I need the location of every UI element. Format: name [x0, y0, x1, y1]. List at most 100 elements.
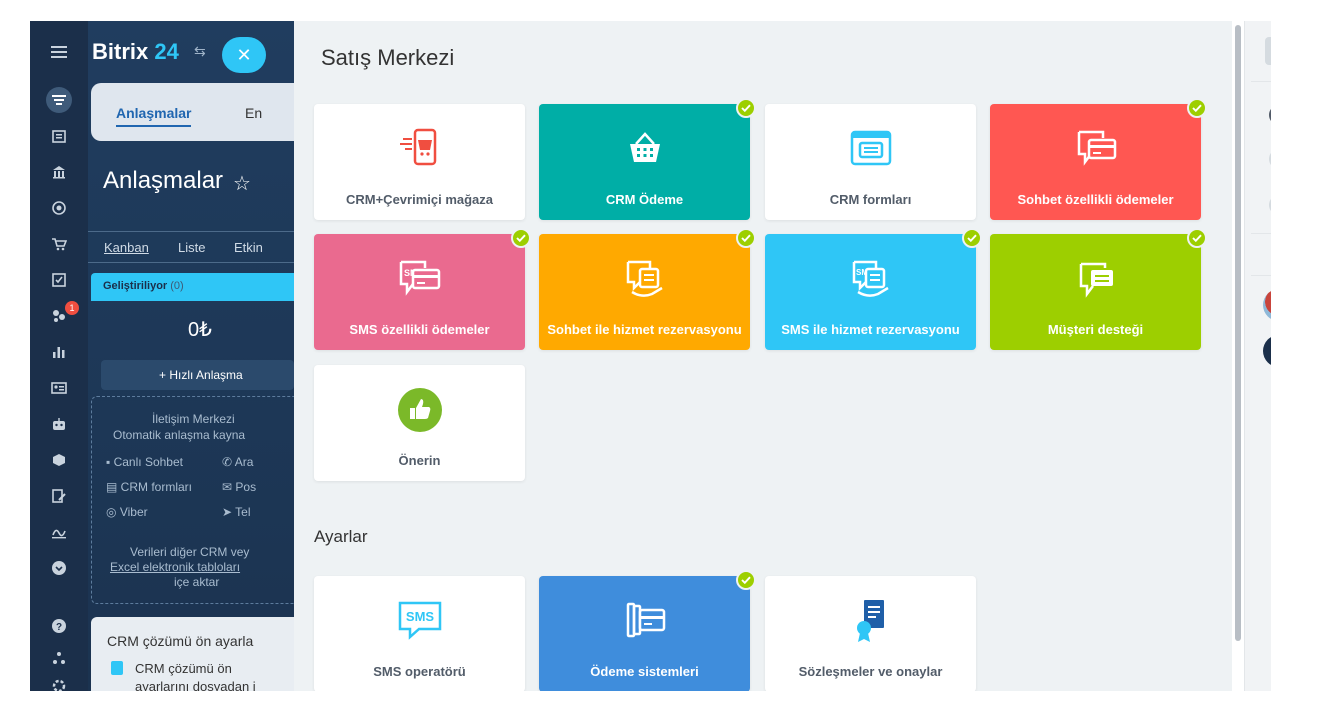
tile-label: SMS ile hizmet rezervasyonu	[781, 322, 960, 337]
crm-tab-bar: Anlaşmalar En	[91, 83, 294, 141]
payment-systems-icon	[626, 602, 666, 638]
tile-label: CRM Ödeme	[605, 192, 684, 207]
preset-title: CRM çözümü ön ayarla	[107, 633, 254, 649]
view-activities[interactable]: Etkin	[234, 240, 263, 255]
kanban-stage-header[interactable]: Geliştiriliyor (0)	[91, 273, 294, 301]
bitrix-logo[interactable]: Bitrix 24	[92, 39, 179, 65]
check-icon	[736, 228, 756, 248]
help-button[interactable]: ?	[1265, 37, 1271, 65]
import-file-icon	[111, 661, 123, 675]
tile-crm-forms[interactable]: CRM formları	[765, 104, 976, 220]
tile-chat-payments[interactable]: Sohbet özellikli ödemeler	[990, 98, 1207, 220]
svg-text:?: ?	[56, 622, 62, 633]
support-chat-icon	[1079, 262, 1113, 298]
tile-label: Sohbet özellikli ödemeler	[1017, 192, 1174, 207]
right-toolbar: ? 1	[1244, 21, 1271, 691]
tab-deals[interactable]: Anlaşmalar	[116, 105, 192, 127]
channel-mail[interactable]: ✉ Pos	[222, 480, 256, 494]
tile-customer-support[interactable]: Müşteri desteği	[990, 228, 1207, 350]
cart-icon[interactable]	[46, 231, 72, 257]
stage-name: Geliştiriliyor (0)	[103, 280, 184, 292]
tasks-icon[interactable]	[46, 123, 72, 149]
tile-sms-payments[interactable]: SMS SMS özellikli ödemeler	[314, 228, 531, 350]
thumbs-up-icon	[398, 388, 442, 432]
channel-telegram[interactable]: ➤ Tel	[222, 505, 251, 519]
menu-icon[interactable]	[46, 39, 72, 65]
tile-crm-payment[interactable]: CRM Ödeme	[539, 98, 756, 220]
channel-live-chat[interactable]: ▪ Canlı Sohbet	[106, 455, 183, 469]
divider	[1251, 275, 1271, 276]
settings-gear-icon[interactable]	[46, 673, 72, 691]
box-icon[interactable]	[46, 447, 72, 473]
tile-label: Önerin	[398, 453, 441, 468]
panel-scrollbar[interactable]	[1232, 21, 1244, 691]
tab-second[interactable]: En	[245, 105, 262, 121]
preset-line-1[interactable]: CRM çözümü ön	[135, 661, 232, 676]
scrollbar-thumb[interactable]	[1235, 25, 1241, 641]
basket-icon	[630, 132, 660, 162]
tile-label: Müşteri desteği	[1047, 322, 1144, 337]
tile-suggest[interactable]: Önerin	[314, 365, 525, 481]
more-chevron-icon[interactable]	[46, 555, 72, 581]
channel-viber[interactable]: ◎ Viber	[106, 505, 148, 519]
sliders-icon[interactable]: ⇆	[194, 43, 206, 60]
sitemap-icon[interactable]	[46, 645, 72, 671]
robot-icon[interactable]	[46, 411, 72, 437]
tile-label: CRM+Çevrimiçi mağaza	[345, 192, 494, 207]
bitrix-connect-icon[interactable]	[1263, 99, 1271, 131]
close-icon: ✕	[236, 44, 252, 65]
form-icon	[850, 130, 892, 166]
contact-card-icon[interactable]	[46, 375, 72, 401]
edit-document-icon[interactable]	[46, 483, 72, 509]
import-text-1: Verileri diğer CRM vey	[130, 545, 250, 559]
search-icon[interactable]	[1263, 241, 1271, 273]
check-icon	[962, 228, 982, 248]
tile-contracts[interactable]: Sözleşmeler ve onaylar	[765, 576, 976, 691]
target-icon[interactable]	[46, 195, 72, 221]
tile-label: SMS özellikli ödemeler	[349, 322, 490, 337]
import-link[interactable]: Excel elektronik tabloları	[110, 560, 240, 574]
sms-payment-icon: SMS	[399, 260, 441, 296]
app-window: 1 ? Bitrix 24 ⇆ ✕ Anlaşmalar En Anlaşmal…	[30, 21, 1271, 691]
close-slider-button[interactable]: ✕	[222, 37, 266, 73]
channel-call[interactable]: ✆ Ara	[222, 455, 253, 469]
tile-label: Ödeme sistemleri	[590, 664, 699, 679]
tile-payment-systems[interactable]: Ödeme sistemleri	[539, 570, 756, 691]
sms-booking-icon: SMS	[852, 260, 889, 297]
user-avatar-dark[interactable]	[1263, 335, 1271, 367]
view-kanban[interactable]: Kanban	[104, 240, 149, 255]
checklist-icon[interactable]	[46, 267, 72, 293]
chat-booking-icon	[626, 260, 663, 297]
settings-title: Ayarlar	[314, 527, 368, 546]
tile-chat-booking[interactable]: Sohbet ile hizmet rezervasyonu	[539, 228, 756, 350]
import-text-3: içe aktar	[174, 575, 220, 589]
svg-text:SMS: SMS	[406, 609, 435, 624]
tile-sms-operator[interactable]: SMS SMS operatörü	[314, 576, 525, 691]
messenger-icon[interactable]	[1263, 189, 1271, 221]
check-icon	[736, 98, 756, 118]
preset-line-2[interactable]: ayarlarını dosyadan i	[135, 679, 256, 691]
tile-label: Sözleşmeler ve onaylar	[798, 664, 943, 679]
quick-deal-button[interactable]: + Hızlı Anlaşma	[101, 360, 294, 390]
channel-crm-forms[interactable]: ▤ CRM formları	[106, 480, 192, 494]
analytics-icon[interactable]	[46, 339, 72, 365]
sales-center-panel: Satış Merkezi CRM+Çevrimiçi mağaza CRM Ö…	[294, 21, 1271, 691]
view-list[interactable]: Liste	[178, 240, 205, 255]
contact-center-subtitle: Otomatik anlaşma kayna	[113, 428, 246, 442]
bank-icon[interactable]	[46, 159, 72, 185]
tile-label: CRM formları	[829, 192, 912, 207]
user-avatar[interactable]	[1263, 289, 1271, 321]
signature-icon[interactable]	[46, 519, 72, 545]
star-icon[interactable]: ☆	[233, 171, 251, 196]
chat-payment-icon	[1077, 130, 1117, 166]
online-store-icon	[400, 128, 437, 166]
check-icon	[736, 570, 756, 590]
stage-sum: 0₺	[188, 319, 212, 341]
filter-icon[interactable]	[46, 87, 72, 113]
page-title: Anlaşmalar	[103, 167, 224, 194]
help-circle-icon[interactable]: ?	[46, 613, 72, 639]
tile-label: Sohbet ile hizmet rezervasyonu	[547, 322, 742, 337]
tile-crm-online-store[interactable]: CRM+Çevrimiçi mağaza	[314, 104, 525, 220]
tile-sms-booking[interactable]: SMS SMS ile hizmet rezervasyonu	[765, 228, 982, 350]
bell-icon[interactable]	[1263, 143, 1271, 175]
